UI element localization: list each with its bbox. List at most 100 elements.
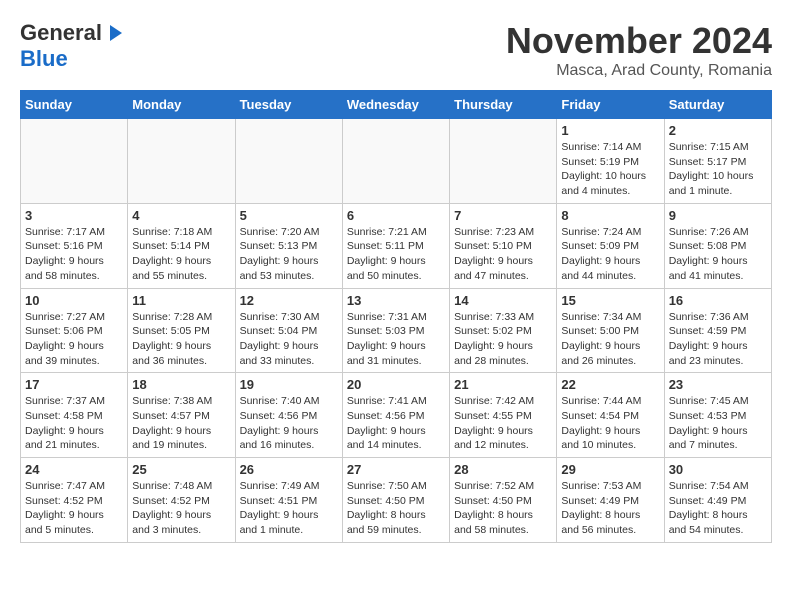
day-info: Sunrise: 7:54 AM Sunset: 4:49 PM Dayligh…	[669, 479, 767, 538]
day-number: 25	[132, 462, 230, 477]
calendar-cell: 3 Sunrise: 7:17 AM Sunset: 5:16 PM Daylig…	[21, 203, 128, 288]
day-number: 19	[240, 377, 338, 392]
day-number: 14	[454, 293, 552, 308]
calendar-cell: 19Sunrise: 7:40 AM Sunset: 4:56 PM Dayli…	[235, 373, 342, 458]
calendar-cell: 14 Sunrise: 7:33 AM Sunset: 5:02 PM Dayli…	[450, 288, 557, 373]
day-info: Sunrise: 7:34 AM Sunset: 5:00 PM Dayligh…	[561, 310, 659, 369]
day-info: Sunrise: 7:26 AM Sunset: 5:08 PM Dayligh…	[669, 225, 767, 284]
day-info: Sunrise: 7:30 AM Sunset: 5:04 PM Dayligh…	[240, 310, 338, 369]
calendar-cell: 20 Sunrise: 7:41 AM Sunset: 4:56 PM Dayli…	[342, 373, 449, 458]
calendar-header-row: SundayMondayTuesdayWednesdayThursdayFrid…	[21, 91, 772, 119]
day-info: Sunrise: 7:53 AM Sunset: 4:49 PM Dayligh…	[561, 479, 659, 538]
day-header-monday: Monday	[128, 91, 235, 119]
calendar-cell: 9 Sunrise: 7:26 AM Sunset: 5:08 PM Daylig…	[664, 203, 771, 288]
day-number: 24	[25, 462, 123, 477]
day-info: Sunrise: 7:27 AM Sunset: 5:06 PM Dayligh…	[25, 310, 123, 369]
calendar-week-3: 10Sunrise: 7:27 AM Sunset: 5:06 PM Dayli…	[21, 288, 772, 373]
calendar-cell: 26 Sunrise: 7:49 AM Sunset: 4:51 PM Dayli…	[235, 458, 342, 543]
day-number: 28	[454, 462, 552, 477]
day-number: 3	[25, 208, 123, 223]
calendar-cell: 4Sunrise: 7:18 AM Sunset: 5:14 PM Daylig…	[128, 203, 235, 288]
calendar-cell: 29 Sunrise: 7:53 AM Sunset: 4:49 PM Dayli…	[557, 458, 664, 543]
day-number: 18	[132, 377, 230, 392]
day-header-friday: Friday	[557, 91, 664, 119]
day-number: 8	[561, 208, 659, 223]
day-number: 1	[561, 123, 659, 138]
day-info: Sunrise: 7:42 AM Sunset: 4:55 PM Dayligh…	[454, 394, 552, 453]
calendar-table: SundayMondayTuesdayWednesdayThursdayFrid…	[20, 90, 772, 543]
day-info: Sunrise: 7:41 AM Sunset: 4:56 PM Dayligh…	[347, 394, 445, 453]
day-info: Sunrise: 7:14 AM Sunset: 5:19 PM Dayligh…	[561, 140, 659, 199]
day-number: 20	[347, 377, 445, 392]
calendar-cell	[342, 119, 449, 204]
day-info: Sunrise: 7:36 AM Sunset: 4:59 PM Dayligh…	[669, 310, 767, 369]
calendar-cell: 28Sunrise: 7:52 AM Sunset: 4:50 PM Dayli…	[450, 458, 557, 543]
day-number: 30	[669, 462, 767, 477]
day-info: Sunrise: 7:33 AM Sunset: 5:02 PM Dayligh…	[454, 310, 552, 369]
day-header-wednesday: Wednesday	[342, 91, 449, 119]
calendar-cell: 10Sunrise: 7:27 AM Sunset: 5:06 PM Dayli…	[21, 288, 128, 373]
day-number: 27	[347, 462, 445, 477]
day-info: Sunrise: 7:37 AM Sunset: 4:58 PM Dayligh…	[25, 394, 123, 453]
calendar-cell: 11Sunrise: 7:28 AM Sunset: 5:05 PM Dayli…	[128, 288, 235, 373]
day-info: Sunrise: 7:48 AM Sunset: 4:52 PM Dayligh…	[132, 479, 230, 538]
day-info: Sunrise: 7:50 AM Sunset: 4:50 PM Dayligh…	[347, 479, 445, 538]
calendar-cell: 24Sunrise: 7:47 AM Sunset: 4:52 PM Dayli…	[21, 458, 128, 543]
day-number: 13	[347, 293, 445, 308]
day-number: 9	[669, 208, 767, 223]
day-info: Sunrise: 7:44 AM Sunset: 4:54 PM Dayligh…	[561, 394, 659, 453]
day-info: Sunrise: 7:18 AM Sunset: 5:14 PM Dayligh…	[132, 225, 230, 284]
day-info: Sunrise: 7:49 AM Sunset: 4:51 PM Dayligh…	[240, 479, 338, 538]
day-header-tuesday: Tuesday	[235, 91, 342, 119]
day-number: 29	[561, 462, 659, 477]
day-number: 21	[454, 377, 552, 392]
day-number: 2	[669, 123, 767, 138]
calendar-cell: 22 Sunrise: 7:44 AM Sunset: 4:54 PM Dayli…	[557, 373, 664, 458]
day-number: 15	[561, 293, 659, 308]
page-header: General Blue November 2024 Masca, Arad C…	[20, 20, 772, 80]
day-number: 23	[669, 377, 767, 392]
day-info: Sunrise: 7:23 AM Sunset: 5:10 PM Dayligh…	[454, 225, 552, 284]
day-number: 6	[347, 208, 445, 223]
day-info: Sunrise: 7:24 AM Sunset: 5:09 PM Dayligh…	[561, 225, 659, 284]
day-info: Sunrise: 7:17 AM Sunset: 5:16 PM Dayligh…	[25, 225, 123, 284]
calendar-cell: 30 Sunrise: 7:54 AM Sunset: 4:49 PM Dayli…	[664, 458, 771, 543]
calendar-cell: 17 Sunrise: 7:37 AM Sunset: 4:58 PM Dayli…	[21, 373, 128, 458]
calendar-cell	[450, 119, 557, 204]
day-info: Sunrise: 7:21 AM Sunset: 5:11 PM Dayligh…	[347, 225, 445, 284]
calendar-cell: 18 Sunrise: 7:38 AM Sunset: 4:57 PM Dayli…	[128, 373, 235, 458]
day-info: Sunrise: 7:31 AM Sunset: 5:03 PM Dayligh…	[347, 310, 445, 369]
calendar-cell: 5 Sunrise: 7:20 AM Sunset: 5:13 PM Daylig…	[235, 203, 342, 288]
calendar-cell: 12Sunrise: 7:30 AM Sunset: 5:04 PM Dayli…	[235, 288, 342, 373]
day-number: 22	[561, 377, 659, 392]
calendar-cell: 16 Sunrise: 7:36 AM Sunset: 4:59 PM Dayli…	[664, 288, 771, 373]
calendar-cell: 27 Sunrise: 7:50 AM Sunset: 4:50 PM Dayli…	[342, 458, 449, 543]
logo-general: General	[20, 20, 102, 46]
day-info: Sunrise: 7:28 AM Sunset: 5:05 PM Dayligh…	[132, 310, 230, 369]
calendar-cell: 7Sunrise: 7:23 AM Sunset: 5:10 PM Daylig…	[450, 203, 557, 288]
day-info: Sunrise: 7:38 AM Sunset: 4:57 PM Dayligh…	[132, 394, 230, 453]
calendar-week-4: 17 Sunrise: 7:37 AM Sunset: 4:58 PM Dayli…	[21, 373, 772, 458]
title-section: November 2024 Masca, Arad County, Romani…	[506, 20, 772, 80]
day-info: Sunrise: 7:45 AM Sunset: 4:53 PM Dayligh…	[669, 394, 767, 453]
calendar-cell: 6 Sunrise: 7:21 AM Sunset: 5:11 PM Daylig…	[342, 203, 449, 288]
day-number: 16	[669, 293, 767, 308]
calendar-cell: 13 Sunrise: 7:31 AM Sunset: 5:03 PM Dayli…	[342, 288, 449, 373]
calendar-week-2: 3 Sunrise: 7:17 AM Sunset: 5:16 PM Daylig…	[21, 203, 772, 288]
day-number: 26	[240, 462, 338, 477]
calendar-cell: 21 Sunrise: 7:42 AM Sunset: 4:55 PM Dayli…	[450, 373, 557, 458]
calendar-cell: 2Sunrise: 7:15 AM Sunset: 5:17 PM Daylig…	[664, 119, 771, 204]
day-number: 5	[240, 208, 338, 223]
day-header-sunday: Sunday	[21, 91, 128, 119]
month-title: November 2024	[506, 20, 772, 62]
calendar-week-1: 1 Sunrise: 7:14 AM Sunset: 5:19 PM Daylig…	[21, 119, 772, 204]
day-number: 17	[25, 377, 123, 392]
logo-arrow-icon	[110, 25, 122, 41]
calendar-cell: 15 Sunrise: 7:34 AM Sunset: 5:00 PM Dayli…	[557, 288, 664, 373]
calendar-cell: 1 Sunrise: 7:14 AM Sunset: 5:19 PM Daylig…	[557, 119, 664, 204]
calendar-cell: 25 Sunrise: 7:48 AM Sunset: 4:52 PM Dayli…	[128, 458, 235, 543]
day-header-thursday: Thursday	[450, 91, 557, 119]
calendar-cell	[128, 119, 235, 204]
day-info: Sunrise: 7:20 AM Sunset: 5:13 PM Dayligh…	[240, 225, 338, 284]
calendar-week-5: 24Sunrise: 7:47 AM Sunset: 4:52 PM Dayli…	[21, 458, 772, 543]
